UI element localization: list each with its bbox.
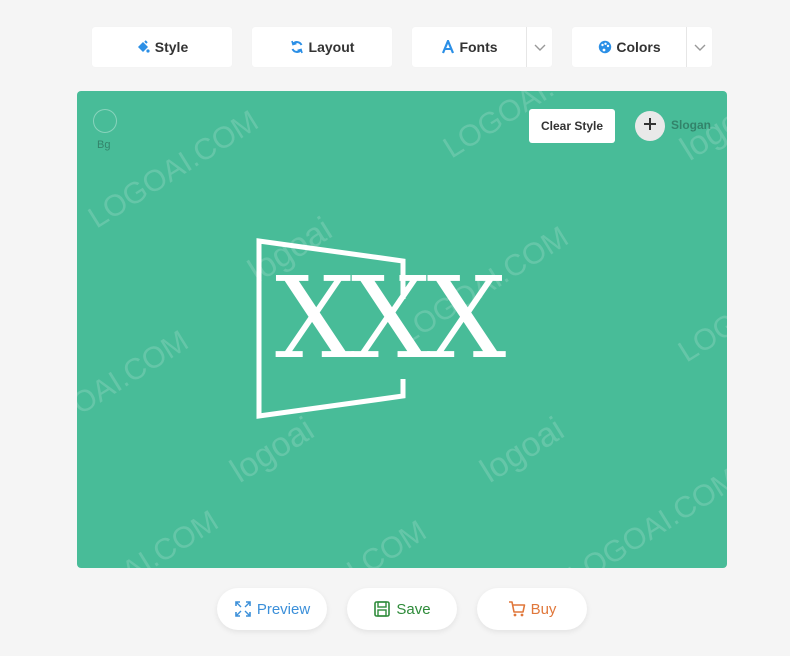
preview-label: Preview (256, 600, 311, 618)
layout-label: Layout (308, 39, 355, 55)
save-icon (373, 600, 391, 618)
buy-label: Buy (530, 600, 557, 618)
slogan-label: Slogan (671, 118, 712, 132)
style-button[interactable]: Style (92, 27, 232, 67)
fonts-label: Fonts (459, 39, 498, 55)
logo-text[interactable]: XXX (275, 263, 506, 375)
save-label: Save (396, 600, 431, 618)
bg-color-swatch[interactable] (93, 109, 117, 133)
watermark-text: LOGOAI.COM (672, 238, 727, 369)
bg-label: Bg (97, 139, 111, 151)
fonts-dropdown[interactable] (526, 27, 552, 67)
style-label: Style (154, 39, 189, 55)
buy-button[interactable]: Buy (477, 588, 587, 630)
plus-icon (643, 117, 657, 136)
colors-button[interactable]: Colors (572, 27, 712, 67)
add-slogan-button[interactable] (635, 111, 665, 141)
chevron-down-icon (534, 39, 546, 55)
refresh-icon (290, 40, 305, 55)
preview-button[interactable]: Preview (217, 588, 327, 630)
watermark-text: logoai (473, 409, 571, 491)
chevron-down-icon (694, 39, 706, 55)
fonts-button[interactable]: Fonts (412, 27, 552, 67)
expand-icon (234, 600, 252, 618)
colors-label: Colors (616, 39, 661, 55)
watermark-text: LOGOAI.COM (251, 514, 433, 568)
font-a-icon (440, 40, 455, 55)
layout-button[interactable]: Layout (252, 27, 392, 67)
logo-canvas[interactable]: LOGOAI.COM LOGOAI.COM LOGOAI.COM LOGOAI.… (77, 91, 727, 568)
palette-icon (597, 40, 612, 55)
watermark-text: LOGOAI.COM (77, 504, 225, 568)
watermark-text: LOGOAI.COM (562, 462, 727, 568)
clear-style-button[interactable]: Clear Style (529, 109, 615, 143)
save-button[interactable]: Save (347, 588, 457, 630)
paint-bucket-icon (136, 40, 151, 55)
watermark-text: LOGOAI.COM (77, 324, 195, 455)
cart-icon (508, 600, 526, 618)
colors-dropdown[interactable] (686, 27, 712, 67)
